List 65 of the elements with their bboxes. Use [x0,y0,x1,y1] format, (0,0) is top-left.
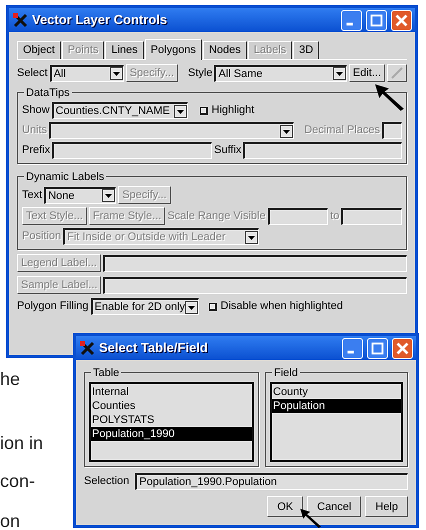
close-button[interactable] [392,338,413,358]
close-button[interactable] [391,10,412,30]
checkbox[interactable] [200,106,208,114]
label-field[interactable] [102,254,407,272]
show-dropdown[interactable]: Counties.CNTY_NAME [52,102,188,119]
selection-label: Selection [84,474,130,490]
list-item[interactable]: Population_1990 [91,427,252,441]
tab[interactable]: Object [17,41,61,59]
units-dropdown[interactable] [49,122,294,139]
document-text: on [0,510,20,530]
scale-min-field[interactable] [268,208,328,224]
prefix-field[interactable] [52,142,212,159]
checkbox-label: Disable when highlighted [220,299,343,314]
maximize-button[interactable] [367,338,388,358]
minimize-button[interactable] [342,338,363,358]
select-label: Select [17,66,48,81]
list-box[interactable]: County Population [270,382,403,462]
list-item[interactable]: Counties [91,399,252,413]
checkbox[interactable] [208,302,217,310]
scale-max-field[interactable] [341,208,402,224]
cancel-button[interactable]: Cancel [307,496,362,517]
app-icon [12,12,28,28]
to-label: to [330,208,340,224]
help-button[interactable]: Help [365,496,408,517]
units-label: Units [22,123,48,138]
pointer-cursor-icon [374,83,406,111]
position-label: Position [22,229,62,244]
maximize-button[interactable] [366,10,387,30]
ok-button[interactable]: OK [267,496,304,517]
app-icon [79,340,95,356]
checkbox-label: Highlight [212,103,254,118]
label-field[interactable] [103,276,407,294]
pencil-button[interactable] [387,64,407,82]
group-title: Dynamic Labels [24,169,106,186]
style-label: Style [188,66,212,81]
list-item[interactable]: Internal [91,385,252,399]
scale-range-label: Scale Range Visible [167,208,266,224]
text-label: Text [22,188,42,203]
document-text: he [0,368,20,391]
decimal-places-field[interactable] [382,122,402,139]
group-title: DataTips [24,85,72,102]
prefix-label: Prefix [22,143,50,158]
style-dropdown[interactable]: All Same [214,64,347,82]
window-title: Vector Layer Controls [32,11,168,30]
window-title: Select Table/Field [99,339,209,358]
tab[interactable]: 3D [293,41,320,59]
list-box[interactable]: Internal Counties POLYSTATS Population_1990 [89,382,254,462]
show-label: Show [22,103,50,118]
selection-field[interactable]: Population_1990.Population [135,473,408,490]
text-dropdown[interactable]: None [44,186,116,204]
list-item[interactable]: POLYSTATS [91,413,252,427]
select-dropdown[interactable]: All [50,64,124,82]
suffix-label: Suffix [214,143,242,158]
tab[interactable]: Lines [105,41,144,59]
decimal-places-label: Decimal Places [304,123,380,138]
polygon-filling-label: Polygon Filling [17,299,89,314]
list-item[interactable]: Population [272,399,401,413]
document-text: ion in [0,432,44,455]
minimize-button[interactable] [341,10,362,30]
tab[interactable]: Polygons [144,39,202,60]
tab[interactable]: Nodes [202,41,247,59]
edit-button[interactable]: Edit... [348,64,385,82]
suffix-field[interactable] [243,142,402,159]
document-text: con- [0,470,36,493]
list-item[interactable]: County [272,385,401,399]
